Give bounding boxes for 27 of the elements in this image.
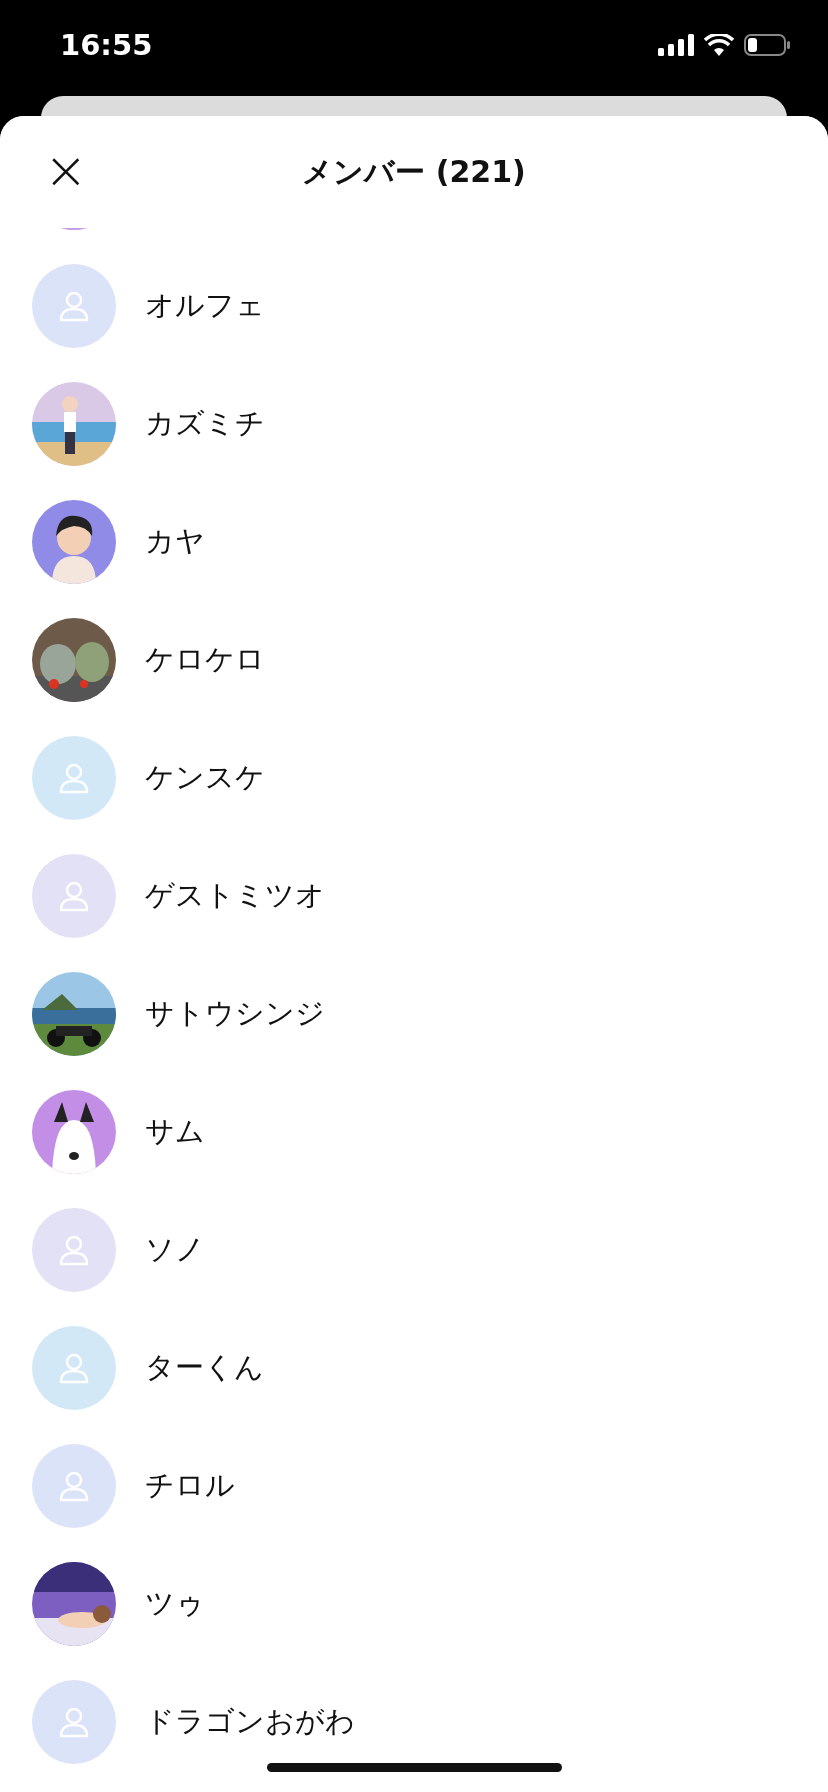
member-name[interactable]: ゲストミツオ <box>145 876 325 916</box>
home-indicator[interactable] <box>267 1763 562 1772</box>
close-button[interactable]: × <box>44 150 84 190</box>
member-name[interactable]: サム <box>145 1112 205 1152</box>
member-name[interactable]: オルフェ <box>145 286 265 326</box>
person-icon <box>57 1469 91 1503</box>
person-icon <box>57 289 91 323</box>
member-name[interactable]: ツゥ <box>145 1584 205 1624</box>
member-name[interactable]: ターくん <box>145 1348 264 1388</box>
person-icon <box>57 761 91 795</box>
wifi-icon <box>704 34 734 56</box>
member-name[interactable]: ソノ <box>145 1230 205 1270</box>
clock-time: 16:55 <box>60 28 153 62</box>
sheet-title: メンバー (221) <box>302 152 526 191</box>
person-icon <box>57 1233 91 1267</box>
member-name[interactable]: カヤ <box>145 522 205 562</box>
member-name[interactable]: サトウシンジ <box>145 994 325 1034</box>
battery-icon <box>744 34 790 56</box>
person-icon <box>57 1351 91 1385</box>
person-icon <box>57 879 91 913</box>
member-name[interactable]: ケンスケ <box>145 758 265 798</box>
signal-icon <box>658 34 694 56</box>
member-name[interactable]: ドラゴンおがわ <box>145 1702 355 1742</box>
member-name[interactable]: カズミチ <box>145 404 265 444</box>
member-name[interactable]: ケロケロ <box>145 640 265 680</box>
person-icon <box>57 1705 91 1739</box>
member-name[interactable]: チロル <box>145 1466 235 1506</box>
